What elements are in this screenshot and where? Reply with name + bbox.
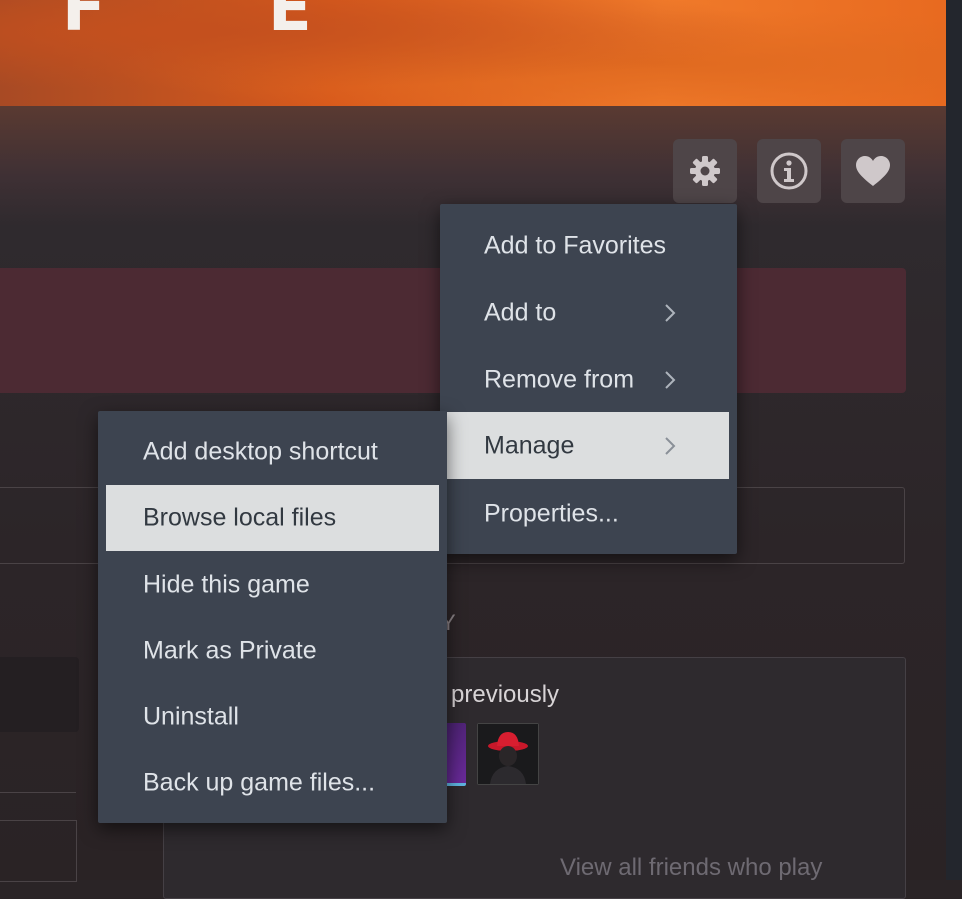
heart-icon	[856, 156, 890, 186]
gear-icon	[690, 156, 720, 186]
menu-item-back-up-game-files[interactable]: Back up game files...	[98, 750, 447, 816]
menu-item-add-to[interactable]: Add to	[440, 279, 737, 346]
menu-item-label: Hide this game	[143, 570, 310, 599]
menu-item-label: Add to Favorites	[484, 231, 667, 259]
settings-button[interactable]	[673, 139, 737, 203]
avatar-image	[478, 724, 538, 784]
menu-item-label: Mark as Private	[143, 636, 317, 665]
menu-item-uninstall[interactable]: Uninstall	[98, 684, 447, 750]
view-all-friends-link[interactable]: View all friends who play	[560, 854, 822, 882]
left-panel-block	[0, 657, 79, 732]
favorite-button[interactable]	[841, 139, 905, 203]
menu-item-label: Properties...	[484, 499, 619, 527]
game-logo-text: F E	[62, 0, 382, 46]
menu-item-properties[interactable]: Properties...	[440, 480, 737, 547]
chevron-right-icon	[665, 303, 676, 322]
menu-item-manage[interactable]: Manage	[447, 412, 729, 479]
menu-item-hide-this-game[interactable]: Hide this game	[98, 552, 447, 618]
friends-played-text: previously	[451, 681, 560, 708]
manage-submenu: Add desktop shortcut Browse local files …	[98, 411, 447, 823]
divider	[0, 792, 76, 793]
left-panel-box	[0, 820, 77, 882]
menu-item-label: Add desktop shortcut	[143, 437, 378, 466]
scrollbar-track[interactable]	[946, 0, 962, 880]
menu-item-add-to-favorites[interactable]: Add to Favorites	[440, 212, 737, 279]
menu-item-label: Back up game files...	[143, 768, 376, 797]
chevron-right-icon	[665, 436, 676, 455]
menu-item-label: Manage	[484, 431, 575, 459]
menu-item-label: Uninstall	[143, 702, 239, 731]
menu-item-browse-local-files[interactable]: Browse local files	[106, 485, 439, 551]
menu-item-remove-from[interactable]: Remove from	[440, 346, 737, 413]
friend-avatar[interactable]	[477, 723, 539, 785]
info-button[interactable]	[757, 139, 821, 203]
info-icon	[770, 152, 808, 190]
menu-item-mark-as-private[interactable]: Mark as Private	[98, 618, 447, 684]
menu-item-label: Remove from	[484, 365, 635, 393]
menu-item-add-desktop-shortcut[interactable]: Add desktop shortcut	[98, 419, 447, 485]
menu-item-label: Add to	[484, 298, 557, 326]
game-hero-banner: F E	[0, 0, 946, 107]
chevron-right-icon	[665, 370, 676, 389]
game-context-menu: Add to Favorites Add to Remove from Mana…	[440, 204, 737, 554]
menu-item-label: Browse local files	[143, 503, 337, 532]
